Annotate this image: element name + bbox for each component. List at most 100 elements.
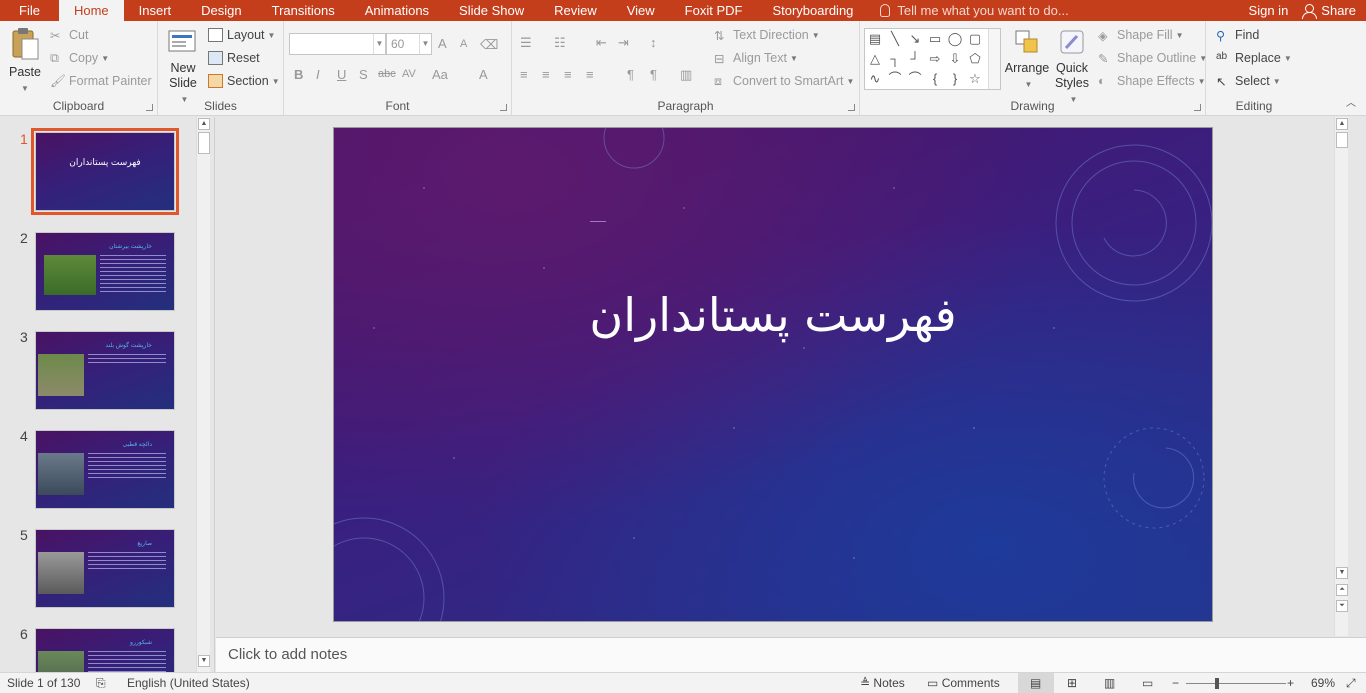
scroll-down-icon[interactable]: ▼ [1336,567,1348,579]
align-left-icon[interactable]: ≡ [520,67,528,82]
rtl-direction-icon[interactable]: ¶ [650,67,657,82]
bullets-icon[interactable]: ☰ [520,35,532,51]
share-button[interactable]: Share [1302,3,1356,19]
slide-show-icon[interactable]: ▭ [1142,676,1153,690]
down-arrow-shape-icon[interactable]: ⇩ [946,50,964,68]
elbow-shape-icon[interactable]: ┐ [886,50,904,68]
decrease-font-icon[interactable]: A [460,38,467,50]
shadow-icon[interactable]: S [359,67,368,82]
textbox-shape-icon[interactable]: ▤ [866,30,884,48]
star-shape-icon[interactable]: ☆ [966,70,984,88]
format-painter-button[interactable]: 🖌 Format Painter [50,74,152,88]
justify-icon[interactable]: ≡ [586,67,594,82]
change-case-icon[interactable]: Aa [432,67,448,82]
zoom-out-icon[interactable]: − [1172,676,1179,690]
scroll-up-icon[interactable]: ▲ [1336,118,1348,130]
tab-slide-show[interactable]: Slide Show [444,0,539,21]
tab-design[interactable]: Design [186,0,256,21]
layout-button[interactable]: Layout ▼ [208,28,275,42]
pentagon-shape-icon[interactable]: ⬠ [966,50,984,68]
tab-view[interactable]: View [612,0,670,21]
tab-home[interactable]: Home [58,0,124,21]
bold-icon[interactable]: B [294,67,303,82]
current-slide[interactable]: فهرست پستانداران [333,127,1213,622]
collapse-ribbon-icon[interactable]: ︿ [1346,94,1356,109]
align-center-icon[interactable]: ≡ [542,67,550,82]
copy-button[interactable]: ⧉ Copy ▼ [50,51,109,65]
spelling-icon[interactable]: ⎘ [96,676,106,691]
ltr-direction-icon[interactable]: ¶ [627,67,634,82]
arc-shape-icon[interactable]: ⌒ [906,70,924,88]
slide-thumbnail-3[interactable]: خارپشت گوش بلند [35,331,175,410]
select-button[interactable]: ↖ Select ▼ [1216,74,1281,89]
font-launcher-icon[interactable] [500,104,507,111]
increase-font-icon[interactable]: A [438,36,447,51]
align-right-icon[interactable]: ≡ [564,67,572,82]
quick-styles-button[interactable]: Quick Styles▼ [1050,27,1094,107]
align-text-button[interactable]: ⊟ Align Text ▼ [714,51,798,66]
shapes-gallery[interactable]: ▤ ╲ ↘ ▭ ◯ ▢ △ ┐ ┘ ⇨ ⇩ ⬠ ∿ ⌒ ⌒ { } ☆ [864,28,1001,90]
numbering-icon[interactable]: ☷ [554,35,566,51]
paragraph-launcher-icon[interactable] [848,104,855,111]
reading-view-icon[interactable]: ▥ [1104,676,1115,690]
notes-pane[interactable]: Click to add notes [216,637,1366,672]
increase-indent-icon[interactable]: ⇥ [618,35,629,51]
scroll-thumb[interactable] [198,132,210,154]
next-slide-icon[interactable]: ⏷ [1336,600,1348,612]
slide-scrollbar[interactable]: ▲ ▼ ⏶ ⏷ [1334,117,1348,636]
font-size-combo[interactable]: 60 ▼ [386,33,432,55]
decrease-indent-icon[interactable]: ⇤ [596,35,607,51]
scroll-thumb[interactable] [1336,132,1348,148]
tab-storyboarding[interactable]: Storyboarding [757,0,868,21]
paste-button[interactable]: Paste ▼ [6,27,44,96]
zoom-slider[interactable] [1186,683,1286,684]
slide-thumbnail-6[interactable]: شبکوررو [35,628,175,672]
cut-button[interactable]: ✂ Cut [50,28,88,43]
text-direction-button[interactable]: ⇅ Text Direction ▼ [714,28,820,43]
section-button[interactable]: Section ▼ [208,74,280,88]
oval-shape-icon[interactable]: ◯ [946,30,964,48]
fit-to-window-icon[interactable]: ⤢ [1346,676,1356,691]
tell-me-box[interactable]: Tell me what you want to do... [880,3,1069,18]
zoom-level[interactable]: 69% [1311,676,1335,690]
freeform-shape-icon[interactable]: ∿ [866,70,884,88]
line-shape-icon[interactable]: ╲ [886,30,904,48]
zoom-slider-thumb[interactable] [1215,678,1219,689]
tab-transitions[interactable]: Transitions [257,0,350,21]
shapes-gallery-scroll[interactable] [988,29,1000,89]
italic-icon[interactable]: I [316,67,320,82]
tab-file[interactable]: File [0,0,59,21]
left-brace-shape-icon[interactable]: { [926,70,944,88]
curve-shape-icon[interactable]: ⌒ [886,70,904,88]
notes-toggle[interactable]: ≜ Notes [860,676,905,690]
tab-review[interactable]: Review [539,0,612,21]
scroll-up-icon[interactable]: ▲ [198,118,210,130]
zoom-in-icon[interactable]: + [1287,676,1294,690]
font-name-dropdown-icon[interactable]: ▼ [373,34,385,54]
strikethrough-icon[interactable]: abc [378,68,396,80]
scroll-down-icon[interactable]: ▼ [198,655,210,667]
shape-outline-button[interactable]: ✎ Shape Outline ▼ [1098,51,1207,66]
slide-thumbnail-2[interactable]: خارپشت بیرشتان [35,232,175,311]
sign-in-link[interactable]: Sign in [1249,3,1289,18]
slide-thumbnail-5[interactable]: صاریغ [35,529,175,608]
triangle-shape-icon[interactable]: △ [866,50,884,68]
slide-title[interactable]: فهرست پستانداران [334,288,1212,342]
slide-thumbnail-4[interactable]: دالچه قطبی [35,430,175,509]
slide-sorter-icon[interactable]: ⊞ [1067,676,1077,690]
arrow-shape-icon[interactable]: ↘ [906,30,924,48]
arrange-button[interactable]: Arrange ▼ [1004,27,1050,92]
font-name-combo[interactable]: ▼ [289,33,386,55]
clear-formatting-icon[interactable]: ⌫ [480,37,498,53]
thumbnails-scrollbar[interactable]: ▲ ▼ [196,117,210,672]
line-spacing-icon[interactable]: ↕ [650,35,657,50]
language-indicator[interactable]: English (United States) [127,676,250,690]
previous-slide-icon[interactable]: ⏶ [1336,584,1348,596]
font-color-icon[interactable]: A [479,67,488,82]
tab-insert[interactable]: Insert [124,0,187,21]
comments-toggle[interactable]: ▭ Comments [927,676,1000,690]
tab-foxit-pdf[interactable]: Foxit PDF [670,0,758,21]
replace-button[interactable]: ab Replace ▼ [1216,51,1292,65]
underline-icon[interactable]: U [337,67,346,82]
font-size-dropdown-icon[interactable]: ▼ [419,34,431,54]
